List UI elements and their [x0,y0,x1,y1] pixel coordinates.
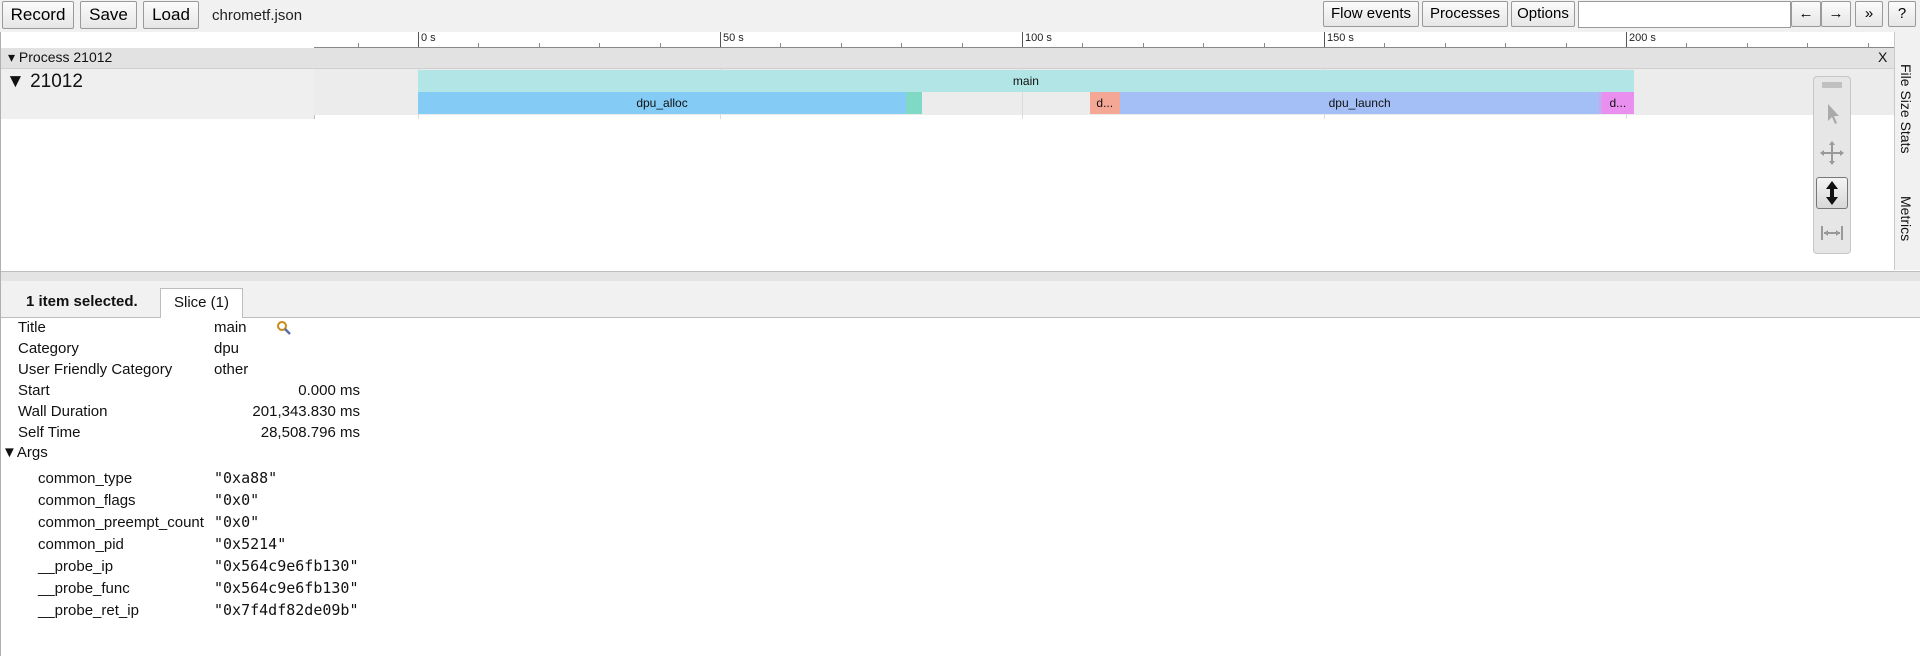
drag-handle-icon[interactable] [1814,80,1850,90]
field-value-category: dpu [214,340,240,357]
arg-value: "0x564c9e6fb130" [214,579,359,597]
processes-button[interactable]: Processes [1422,1,1508,27]
slice-d-6[interactable]: d... [1601,92,1634,114]
slice-main-0[interactable]: main [418,70,1634,92]
load-button[interactable]: Load [143,1,199,29]
field-label-title: Title [18,319,46,336]
process-title[interactable]: ▾ Process 21012 [8,49,112,66]
time-ruler[interactable]: 0 s 50 s 100 s 150 s 200 s [314,32,1894,48]
arg-value: "0x0" [214,513,260,531]
file-name: chrometf.json [212,7,303,24]
arg-label: common_type [38,470,133,487]
args-toggle[interactable]: ▼Args [2,444,48,461]
arg-label: common_flags [38,492,136,509]
ruler-major-tick [418,32,419,47]
ruler-spacer [0,32,314,47]
ruler-major-tick [720,32,721,47]
slice-dpu-alloc-1[interactable]: dpu_alloc [418,92,907,114]
field-label-start: Start [18,382,50,399]
pan-mode-icon[interactable] [1816,137,1848,169]
arg-value: "0xa88" [214,469,278,487]
flow-events-button[interactable]: Flow events [1323,1,1419,27]
search-input[interactable] [1578,1,1791,28]
tab-metrics[interactable]: Metrics [1898,196,1914,241]
window-edge [0,32,1,656]
slice-d-3[interactable]: d... [1089,92,1120,114]
thread-title[interactable]: ▼ 21012 [6,71,83,93]
help-button[interactable]: ? [1888,1,1916,27]
selection-mode-icon[interactable] [1816,97,1848,129]
field-label-self-time: Self Time [18,424,81,441]
slice-dpu-launch-4[interactable]: dpu_launch [1119,92,1600,114]
ruler-label: 150 s [1327,32,1354,44]
field-label-user-category: User Friendly Category [18,361,173,378]
arg-value: "0x0" [214,491,260,509]
selection-count: 1 item selected. [26,293,138,310]
ruler-label: 0 s [421,32,436,44]
details-header [0,281,1920,318]
previous-result-button[interactable]: ← [1791,1,1821,27]
ruler-major-tick [1324,32,1325,47]
arg-value: "0x564c9e6fb130" [214,557,359,575]
arg-label: __probe_ip [38,558,114,575]
arg-value: "0x7f4df82de09b" [214,601,359,619]
field-value-user-category: other [214,361,249,378]
next-result-button[interactable]: → [1821,1,1851,27]
field-label-category: Category [18,340,79,357]
field-value-wall-duration: 201,343.830 ms [252,403,360,420]
timing-mode-icon[interactable] [1816,217,1848,249]
slice-unnamed-2[interactable] [906,92,923,114]
field-label-wall-duration: Wall Duration [18,403,108,420]
search-icon[interactable] [276,320,292,339]
field-value-self-time: 28,508.796 ms [260,424,360,441]
arg-label: __probe_ret_ip [38,602,139,619]
close-process-button[interactable]: X [1878,49,1887,65]
save-button[interactable]: Save [80,1,137,29]
arg-label: common_preempt_count [38,514,204,531]
options-button[interactable]: Options [1511,1,1575,27]
arg-value: "0x5214" [214,535,287,553]
ruler-label: 200 s [1629,32,1656,44]
record-button[interactable]: Record [2,1,74,29]
process-header[interactable] [0,48,1894,69]
tab-slice[interactable]: Slice (1) [160,288,243,318]
expand-button[interactable]: » [1855,1,1883,27]
tab-file-size-stats[interactable]: File Size Stats [1898,64,1914,153]
ruler-major-tick [1022,32,1023,47]
ruler-major-tick [1626,32,1627,47]
arg-label: common_pid [38,536,124,553]
field-value-start[interactable]: 0.000 ms [214,382,360,399]
field-value-title: main [214,319,247,336]
ruler-label: 50 s [723,32,744,44]
arg-label: __probe_func [38,580,130,597]
zoom-mode-icon[interactable] [1816,177,1848,209]
ruler-label: 100 s [1025,32,1052,44]
